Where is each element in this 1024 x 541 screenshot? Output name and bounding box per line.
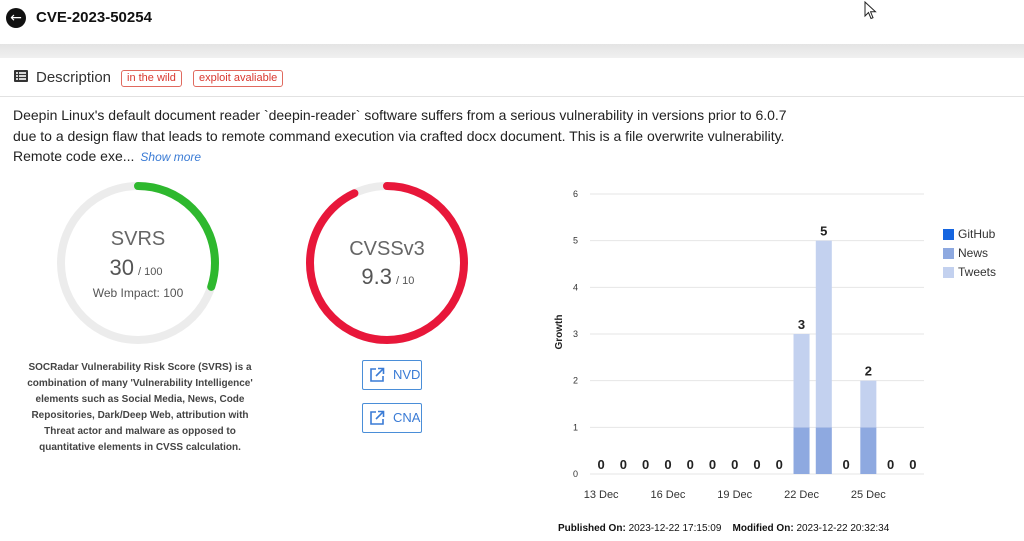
- y-axis-label: Growth: [554, 315, 565, 350]
- legend-label-news: News: [958, 246, 989, 260]
- bar-total-label: 0: [842, 457, 849, 472]
- published-value: 2023-12-22 17:15:09: [628, 523, 722, 534]
- external-link-icon: [370, 367, 385, 382]
- svrs-score: 30: [110, 255, 134, 280]
- y-tick-label: 5: [573, 236, 578, 246]
- chart-bars: [793, 240, 877, 474]
- cvss-gauge-arc: [306, 182, 468, 344]
- bar-news-25-dec[interactable]: [860, 427, 877, 474]
- svrs-web-impact: Web Impact: 100: [93, 286, 184, 300]
- y-tick-label: 2: [573, 376, 578, 386]
- y-tick-label: 0: [573, 469, 578, 479]
- page-title: CVE-2023-50254: [36, 9, 152, 26]
- bar-total-label: 0: [598, 457, 605, 472]
- x-tick-label: 22 Dec: [784, 489, 819, 501]
- bar-total-label: 0: [887, 457, 894, 472]
- svrs-max: / 100: [138, 266, 162, 278]
- exploit-available-badge: exploit avaliable: [193, 70, 284, 87]
- svrs-gauge: SVRS 30 / 100 Web Impact: 100: [57, 182, 219, 344]
- bar-total-label: 2: [865, 364, 872, 379]
- growth-chart: 0123456 0 0 0 0 0 0 0 0 035020 0 13 Dec 16 Dec 19 D…: [554, 189, 924, 501]
- y-tick-label: 6: [573, 189, 578, 199]
- cna-label: CNA: [393, 410, 421, 425]
- x-tick-label: 16 Dec: [651, 489, 686, 501]
- external-link-icon: [370, 410, 385, 425]
- bar-total-label: 0: [731, 457, 738, 472]
- x-tick-label: 25 Dec: [851, 489, 886, 501]
- chart-y-ticks: 0 1 2 3 4 5 6: [573, 189, 578, 479]
- y-tick-label: 4: [573, 282, 578, 292]
- header-divider: [0, 44, 1024, 58]
- bar-total-label: 0: [664, 457, 671, 472]
- bar-news-23-dec[interactable]: [815, 427, 832, 474]
- bar-total-label: 0: [642, 457, 649, 472]
- cvss-max: / 10: [396, 275, 414, 287]
- modified-label: Modified On:: [732, 523, 794, 534]
- cvss-score: 9.3: [361, 264, 392, 289]
- x-tick-label: 13 Dec: [584, 489, 619, 501]
- y-tick-label: 3: [573, 329, 578, 339]
- description-body: Deepin Linux's default document reader `…: [13, 107, 787, 164]
- svrs-explanation: SOCRadar Vulnerability Risk Score (SVRS)…: [27, 362, 253, 453]
- bar-total-label: 0: [687, 457, 694, 472]
- nvd-label: NVD: [393, 367, 421, 382]
- legend-swatch-tweets: [943, 267, 954, 278]
- bar-total-label: 0: [753, 457, 760, 472]
- bar-total-label: 3: [798, 317, 805, 332]
- published-label: Published On:: [558, 523, 626, 534]
- legend-swatch-news: [943, 248, 954, 259]
- legend-label-tweets: Tweets: [958, 265, 997, 279]
- cvss-label: CVSSv3: [349, 238, 425, 260]
- legend-label-github: GitHub: [958, 227, 996, 241]
- cna-link-button[interactable]: CNA: [362, 403, 422, 433]
- mouse-cursor-icon: [864, 1, 877, 20]
- bar-tweets-25-dec[interactable]: [860, 380, 877, 428]
- nvd-link-button[interactable]: NVD: [362, 360, 422, 390]
- show-more-link[interactable]: Show more: [140, 150, 201, 164]
- date-footer: Published On: 2023-12-22 17:15:09 Modifi…: [558, 523, 889, 534]
- description-header: Description in the wild exploit avaliabl…: [0, 58, 1024, 97]
- x-tick-label: 19 Dec: [717, 489, 752, 501]
- legend-swatch-github: [943, 229, 954, 240]
- bar-total-label: 0: [776, 457, 783, 472]
- modified-value: 2023-12-22 20:32:34: [796, 523, 890, 534]
- description-heading: Description: [36, 69, 112, 86]
- bar-news-22-dec[interactable]: [793, 427, 810, 474]
- description-text: Deepin Linux's default document reader `…: [13, 105, 813, 168]
- bar-tweets-22-dec[interactable]: [793, 334, 810, 428]
- svrs-label: SVRS: [111, 228, 165, 250]
- back-arrow-icon[interactable]: ←: [6, 8, 26, 28]
- bar-total-label: 0: [909, 457, 916, 472]
- in-the-wild-badge: in the wild: [121, 70, 182, 87]
- list-icon: [14, 70, 28, 82]
- y-tick-label: 1: [573, 422, 578, 432]
- bar-total-label: 0: [709, 457, 716, 472]
- bar-total-label: 0: [620, 457, 627, 472]
- bar-tweets-23-dec[interactable]: [815, 240, 832, 428]
- chart-x-ticks: 13 Dec 16 Dec 19 Dec 22 Dec 25 Dec: [584, 489, 887, 501]
- cvss-gauge: CVSSv3 9.3 / 10: [306, 182, 468, 344]
- bar-total-label: 5: [820, 224, 827, 239]
